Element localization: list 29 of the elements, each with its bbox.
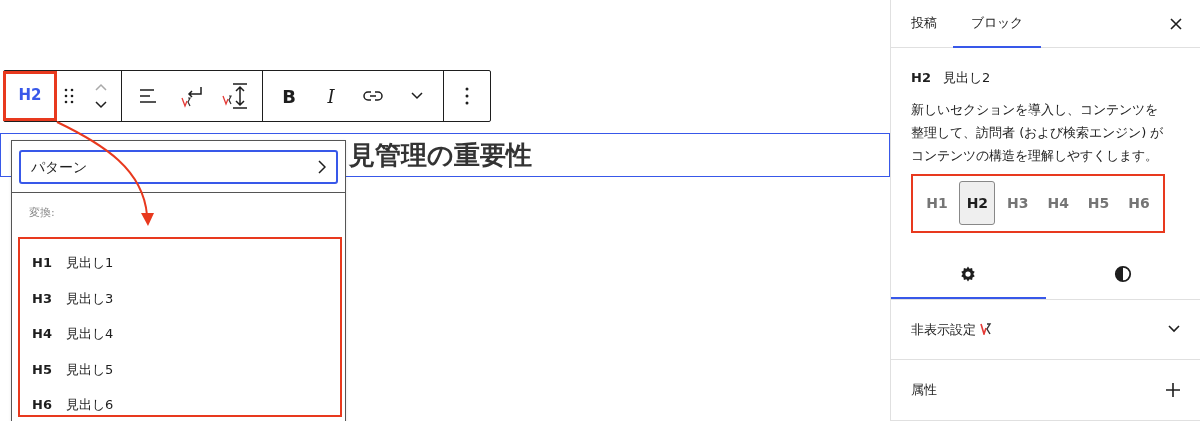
level-button[interactable]: H3 <box>999 181 1036 225</box>
transform-option[interactable]: H5 見出し5 <box>20 351 340 387</box>
transform-option[interactable]: H1 見出し1 <box>20 245 340 281</box>
italic-button[interactable]: I <box>311 72 351 120</box>
block-type-button[interactable]: H2 <box>3 70 57 121</box>
contrast-icon <box>1113 264 1132 283</box>
bold-button[interactable]: B <box>267 72 311 120</box>
block-description: 新しいセクションを導入し、コンテンツを整理して、訪問者 (および検索エンジン) がコンテンツの構造を理解しやすくします。 <box>911 100 1165 165</box>
transform-label: 変換: <box>28 205 56 221</box>
heading-text: 見管理の重要性 <box>349 138 532 172</box>
level-button[interactable]: H5 <box>1080 181 1117 225</box>
chevron-down-icon <box>1168 325 1180 334</box>
panel-header[interactable]: 属性 <box>891 360 1200 421</box>
sidebar-tab[interactable]: 投稿 <box>901 0 947 48</box>
transform-option[interactable]: H3 見出し3 <box>20 280 340 316</box>
level-button[interactable]: H4 <box>1040 181 1077 225</box>
pattern-button[interactable]: パターン <box>19 150 338 184</box>
block-name: 見出し2 <box>942 69 991 87</box>
level-button[interactable]: H6 <box>1120 181 1157 225</box>
block-level: H2 <box>911 69 931 87</box>
transform-option[interactable]: H6 見出し6 <box>20 387 340 421</box>
chevron-right-icon <box>318 160 326 174</box>
level-button[interactable]: H2 <box>959 181 996 225</box>
sidebar-tab[interactable]: ブロック <box>953 0 1041 48</box>
vk-mark-icon <box>980 323 992 336</box>
panel-header[interactable]: 非表示設定 <box>891 299 1200 361</box>
level-button[interactable]: H1 <box>919 181 955 225</box>
transform-option[interactable]: H4 見出し4 <box>20 316 340 352</box>
plus-icon <box>1166 383 1180 398</box>
